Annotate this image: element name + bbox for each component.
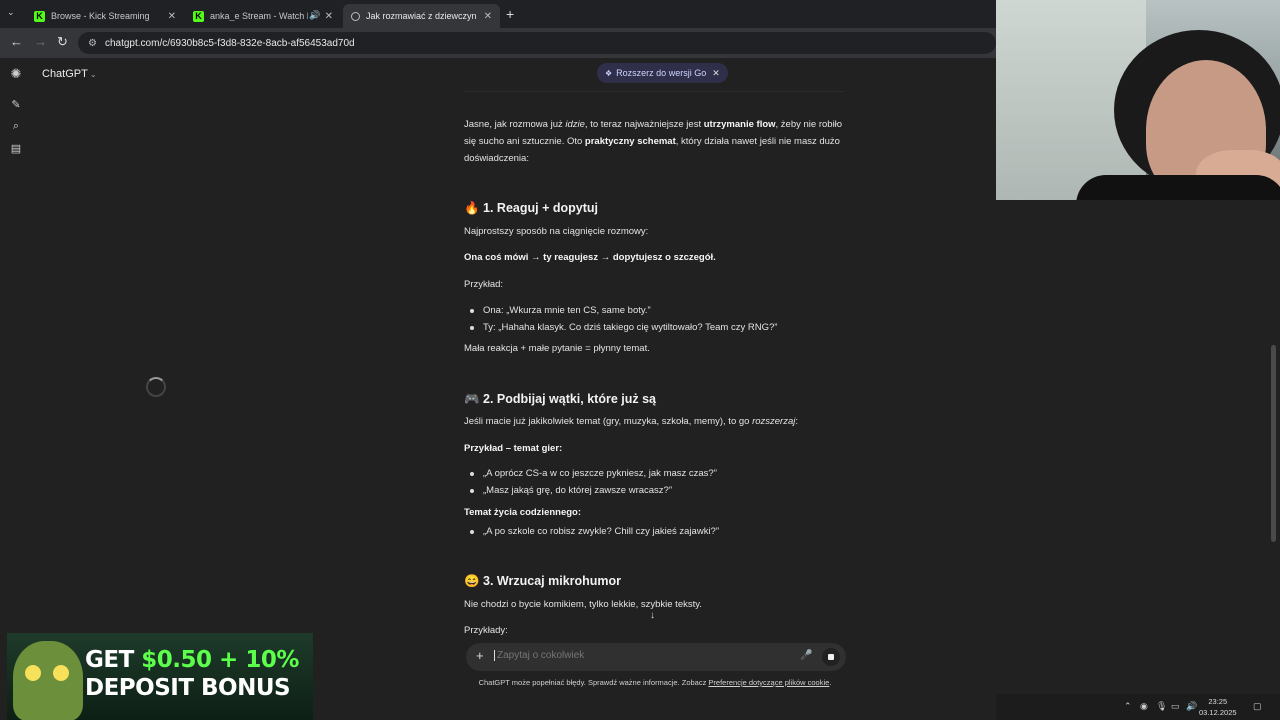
forward-arrow-icon[interactable]: → [34,34,47,49]
tab-chatgpt[interactable]: Jak rozmawiać z dziewczyną ga ✕ [343,4,500,28]
kick-icon: K [193,10,204,22]
paragraph: Najprostszy sposób na ciągnięcie rozmowy… [464,226,649,237]
list-item: Ty: „Hahaha klasyk. Co dziś takiego cię … [470,319,843,336]
url-text: chatgpt.com/c/6930b8c5-f3d8-832e-8acb-af… [104,37,355,49]
search-icon[interactable]: ⌕ [9,119,23,133]
close-icon[interactable]: ✕ [712,68,720,79]
site-settings-icon[interactable]: ⚙ [88,38,97,49]
tab-title: Browse - Kick Streaming [51,11,150,21]
screen: ⌄ K Browse - Kick Streaming ✕ K anka_e S… [0,0,1280,720]
scroll-down-arrow-icon[interactable]: ↓ [650,610,655,621]
cookie-preferences-link[interactable]: Preferencje dotyczące plików cookie [708,678,829,687]
composer: + 🎤 [466,643,846,671]
taskbar-tray: ⌃ ◉ 🎙 ▭ 🔊 23:25 03.12.2025 ▢ [996,694,1280,720]
stop-button[interactable] [822,648,840,666]
ad-headline: GET $0.50 + 10% [85,647,299,673]
paragraph: Przykład – temat gier: [464,443,563,454]
paragraph: Jeśli macie już jakikolwiek temat (gry, … [464,416,799,427]
volume-icon[interactable]: 🔊 [1186,701,1197,712]
network-icon[interactable]: ▭ [1171,701,1180,712]
paragraph: Przykład: [464,279,504,290]
chevron-down-icon: ⌄ [89,70,97,79]
close-icon[interactable]: ✕ [325,11,333,22]
tab-title: anka_e Stream - Watch Live [210,11,308,21]
discord-icon[interactable]: ◉ [1140,701,1148,712]
divider [464,91,844,92]
section-heading: 🎮 2. Podbijaj wątki, które już są [464,392,657,406]
upgrade-pill[interactable]: ❖ Rozszerz do wersji Go ✕ [597,63,728,83]
library-icon[interactable]: ▤ [9,141,23,155]
webcam-overlay [996,0,1280,200]
tab-title: Jak rozmawiać z dziewczyną ga [366,11,476,21]
paragraph: Ona coś mówi → ty reagujesz → dopytujesz… [464,252,716,263]
intro-paragraph: Jasne, jak rozmowa już idzie, to teraz n… [464,119,843,164]
paragraph: Temat życia codziennego: [464,507,582,518]
mascot-image [13,641,83,720]
chatgpt-icon [351,11,360,21]
paragraph: Mała reakcja + małe pytanie = płynny tem… [464,343,650,354]
microphone-icon[interactable]: 🎙 [1156,701,1167,712]
chevron-up-icon[interactable]: ⌃ [1124,701,1132,712]
reload-icon[interactable]: ↻ [57,34,68,50]
tab-kick-browse[interactable]: K Browse - Kick Streaming ✕ [26,4,184,28]
kick-icon: K [34,10,45,22]
plus-icon[interactable]: + [476,648,484,663]
section-heading: 😄 3. Wrzucaj mikrohumor [464,574,622,588]
list-item: Ona: „Wkurza mnie ten CS, same boty.” [470,302,843,319]
browser-toolbar: ← → ↻ ⚙ chatgpt.com/c/6930b8c5-f3d8-832e… [0,28,996,58]
list-item: „Masz jakąś grę, do której zawsze wracas… [470,482,843,499]
list-item: „A oprócz CS-a w co jeszcze pykniesz, ja… [470,465,843,482]
new-chat-icon[interactable]: ✎ [9,97,23,111]
stop-icon [828,654,834,660]
prompt-input[interactable] [494,650,784,661]
clock[interactable]: 23:25 03.12.2025 [1199,696,1237,718]
scrollbar-thumb[interactable] [1271,345,1276,542]
section-heading: 🔥 1. Reaguj + dopytuj [464,201,598,215]
notification-icon[interactable]: ▢ [1253,701,1262,712]
speaker-icon[interactable]: 🔊 [309,10,320,21]
close-icon[interactable]: ✕ [484,11,492,22]
chatgpt-logo-icon[interactable]: ✺ [9,66,23,81]
ad-banner[interactable]: GET $0.50 + 10% DEPOSIT BONUS [7,633,313,720]
tab-list-chevron-icon[interactable]: ⌄ [7,7,15,18]
sparkle-icon: ❖ [605,68,613,78]
tab-kick-stream[interactable]: K anka_e Stream - Watch Live 🔊 ✕ [185,4,341,28]
model-selector[interactable]: ChatGPT ⌄ [42,68,97,80]
loading-spinner-icon [146,377,166,397]
paragraph: Przykłady: [464,625,508,636]
close-icon[interactable]: ✕ [168,11,176,22]
new-tab-plus-icon[interactable]: + [506,6,514,22]
list-item: „A po szkole co robisz zwykle? Chill czy… [470,523,843,540]
address-bar[interactable]: ⚙ chatgpt.com/c/6930b8c5-f3d8-832e-8acb-… [78,32,996,54]
microphone-icon[interactable]: 🎤 [800,650,812,661]
ad-subline: DEPOSIT BONUS [85,675,291,701]
back-arrow-icon[interactable]: ← [10,34,23,49]
